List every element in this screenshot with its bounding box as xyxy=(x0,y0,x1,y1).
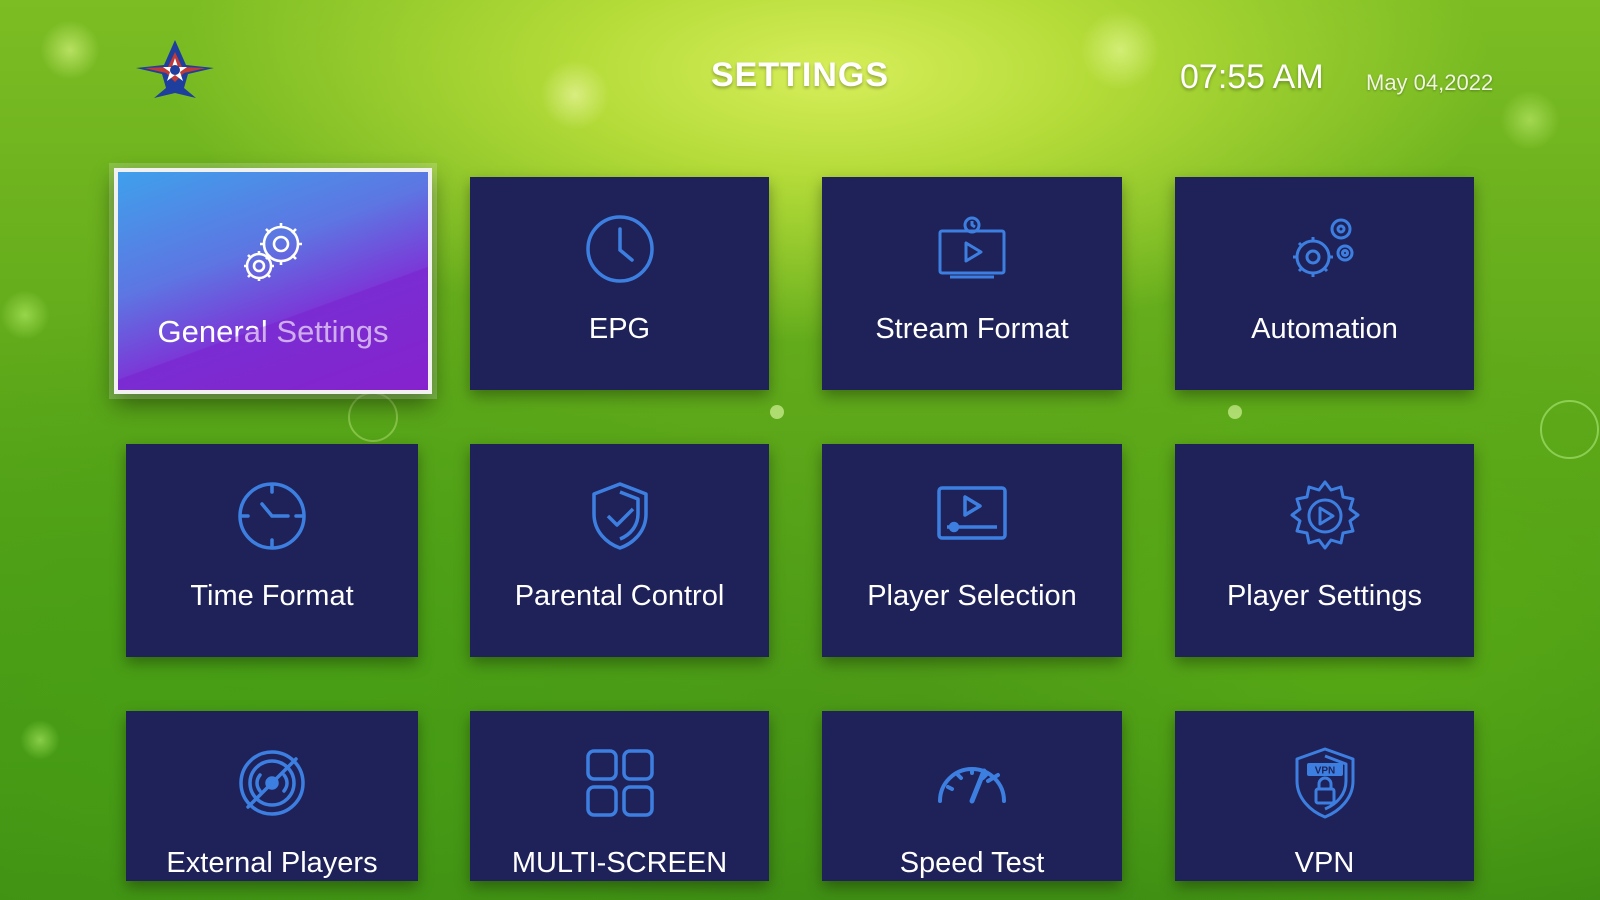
tile-external-players[interactable]: External Players xyxy=(126,711,418,881)
tile-label: VPN xyxy=(1294,847,1355,879)
tile-general-settings[interactable]: General Settings xyxy=(114,168,432,394)
tile-time-format[interactable]: Time Format xyxy=(126,444,418,657)
settings-grid: General Settings EPG Stream Format Autom… xyxy=(0,0,1600,900)
clock-icon xyxy=(582,211,658,287)
vpn-shield-lock-icon: VPN xyxy=(1287,745,1363,821)
tile-epg[interactable]: EPG xyxy=(470,177,769,390)
tile-label: Stream Format xyxy=(875,313,1069,345)
tile-label: General Settings xyxy=(157,314,389,349)
shield-check-icon xyxy=(582,478,658,554)
tile-label: EPG xyxy=(588,313,651,345)
tv-play-icon xyxy=(934,211,1010,287)
gears-icon xyxy=(235,214,311,290)
time-clock-icon xyxy=(234,478,310,554)
tile-speed-test[interactable]: Speed Test xyxy=(822,711,1122,881)
tile-label: Time Format xyxy=(190,580,354,612)
external-player-icon xyxy=(234,745,310,821)
tile-stream-format[interactable]: Stream Format xyxy=(822,177,1122,390)
tile-label: MULTI-SCREEN xyxy=(511,847,728,879)
tile-player-selection[interactable]: Player Selection xyxy=(822,444,1122,657)
tile-player-settings[interactable]: Player Settings xyxy=(1175,444,1474,657)
play-gear-icon xyxy=(1287,478,1363,554)
tile-label: Player Settings xyxy=(1226,580,1423,612)
player-screen-icon xyxy=(934,478,1010,554)
grid-four-icon xyxy=(582,745,658,821)
tile-label: Automation xyxy=(1251,313,1398,345)
automation-gears-icon xyxy=(1287,211,1363,287)
tile-label: External Players xyxy=(166,847,378,879)
tile-label: Player Selection xyxy=(867,580,1077,612)
speedometer-icon xyxy=(934,745,1010,821)
tile-parental-control[interactable]: Parental Control xyxy=(470,444,769,657)
tile-vpn[interactable]: VPN VPN xyxy=(1175,711,1474,881)
tile-automation[interactable]: Automation xyxy=(1175,177,1474,390)
tile-multi-screen[interactable]: MULTI-SCREEN xyxy=(470,711,769,881)
tile-label: Parental Control xyxy=(514,580,725,612)
svg-text:VPN: VPN xyxy=(1314,766,1335,777)
tile-label: Speed Test xyxy=(899,847,1045,879)
